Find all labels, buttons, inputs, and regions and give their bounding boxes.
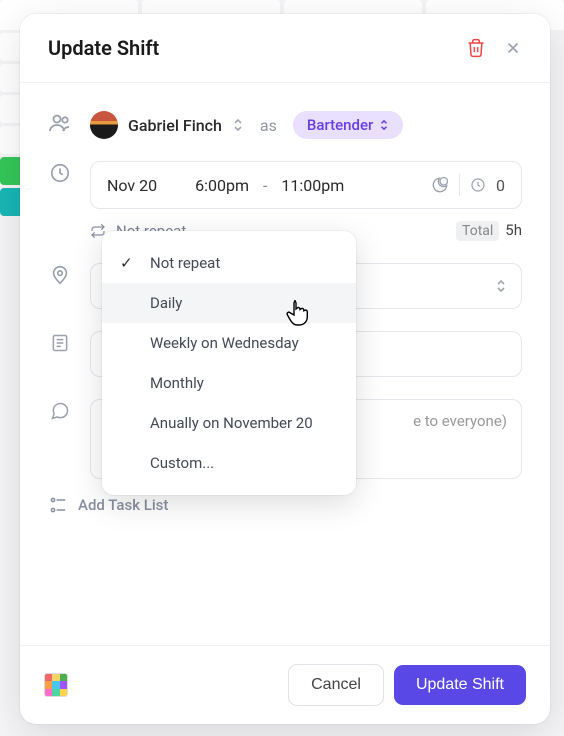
time-card[interactable]: Nov 20 6:00pm - 11:00pm 0 xyxy=(90,161,522,209)
time-content: Nov 20 6:00pm - 11:00pm 0 Not repeat xyxy=(90,161,522,241)
repeat-option-weekly[interactable]: Weekly on Wednesday xyxy=(102,323,356,363)
modal-footer: Cancel Update Shift xyxy=(20,645,550,724)
employee-name: Gabriel Finch xyxy=(128,116,222,135)
time-dash: - xyxy=(263,176,267,195)
modal-body: Gabriel Finch as Bartender Nov 20 xyxy=(20,83,550,645)
date-value[interactable]: Nov 20 xyxy=(107,176,157,195)
time-row: Nov 20 6:00pm - 11:00pm 0 Not repeat xyxy=(48,161,522,241)
total-label: Total xyxy=(456,221,499,241)
chevron-updown-icon xyxy=(379,119,389,131)
people-icon xyxy=(48,111,72,135)
repeat-option-annually[interactable]: Anually on November 20 xyxy=(102,403,356,443)
role-badge[interactable]: Bartender xyxy=(293,111,403,139)
end-time[interactable]: 11:00pm xyxy=(281,176,344,195)
location-icon xyxy=(48,263,72,287)
chevron-updown-icon xyxy=(232,118,244,132)
employee-selector[interactable]: Gabriel Finch as Bartender xyxy=(90,111,522,139)
update-shift-modal: Update Shift Gabriel Finch as xyxy=(20,14,550,724)
submit-button[interactable]: Update Shift xyxy=(394,665,526,705)
break-icon[interactable] xyxy=(470,177,486,193)
employee-row: Gabriel Finch as Bartender xyxy=(48,111,522,139)
file-icon xyxy=(48,331,72,355)
overnight-icon[interactable] xyxy=(431,176,449,194)
add-task-list-link[interactable]: Add Task List xyxy=(90,495,522,515)
repeat-option-not-repeat[interactable]: Not repeat xyxy=(102,243,356,283)
trash-icon xyxy=(466,38,486,58)
total-value: 5h xyxy=(505,221,522,239)
repeat-option-custom[interactable]: Custom... xyxy=(102,443,356,483)
repeat-option-daily[interactable]: Daily xyxy=(102,283,356,323)
divider xyxy=(459,174,460,196)
chevron-updown-icon xyxy=(495,279,507,293)
time-right: 0 xyxy=(431,174,505,196)
chat-icon xyxy=(48,399,72,423)
repeat-popover: Not repeat Daily Weekly on Wednesday Mon… xyxy=(102,231,356,495)
delete-button[interactable] xyxy=(466,38,486,58)
header-actions xyxy=(466,38,522,58)
task-list-icon xyxy=(48,495,68,515)
clock-icon xyxy=(48,161,72,185)
start-time[interactable]: 6:00pm xyxy=(195,176,249,195)
notes-placeholder: e to everyone) xyxy=(413,412,507,430)
avatar xyxy=(90,111,118,139)
close-button[interactable] xyxy=(504,39,522,57)
color-picker-button[interactable] xyxy=(44,673,68,697)
modal-header: Update Shift xyxy=(20,14,550,83)
close-icon xyxy=(504,39,522,57)
cancel-button[interactable]: Cancel xyxy=(288,664,384,706)
modal-title: Update Shift xyxy=(48,36,159,60)
total-block: Total 5h xyxy=(456,221,522,241)
task-link-label: Add Task List xyxy=(78,496,168,514)
break-count[interactable]: 0 xyxy=(496,176,505,195)
role-name: Bartender xyxy=(307,116,373,134)
as-word: as xyxy=(260,116,277,135)
repeat-option-monthly[interactable]: Monthly xyxy=(102,363,356,403)
